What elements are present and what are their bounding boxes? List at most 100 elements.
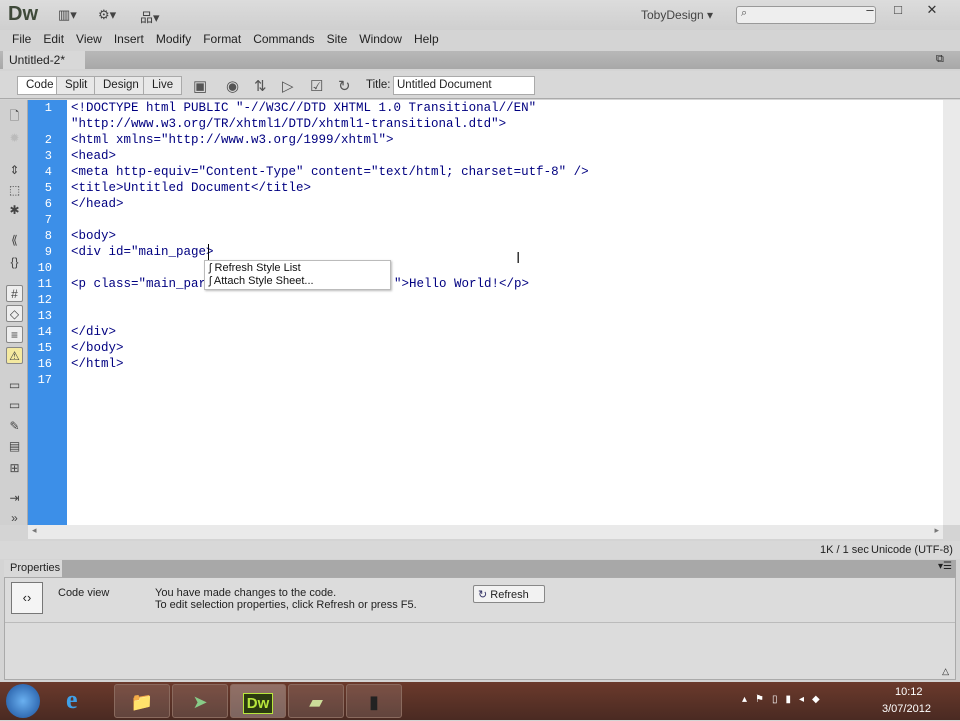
move-css-icon[interactable]: ⊞ [6, 460, 23, 477]
expand-all-icon[interactable]: ✱ [6, 202, 23, 219]
file-management-icon[interactable]: ⇅ [254, 77, 267, 95]
recent-snippets-icon[interactable]: ▤ [6, 438, 23, 455]
menu-help[interactable]: Help [408, 30, 445, 50]
menu-format[interactable]: Format [197, 30, 247, 50]
design-view-button[interactable]: Design [94, 76, 148, 95]
code-line-continuation[interactable]: ">Hello World!</p> [394, 277, 529, 291]
code-line[interactable]: <title>Untitled Document</title> [71, 181, 311, 195]
code-line[interactable]: <div id="main_page> [71, 245, 214, 259]
dreamweaver-icon: Dw [242, 693, 274, 714]
indent-code-icon[interactable]: ⇥ [6, 490, 23, 507]
taskbar: e 📁 ➤ Dw ▰ ▮ ▴⚑▯▮◂◆ 10:12 3/07/2012 [0, 682, 960, 720]
code-line[interactable]: </head> [71, 197, 124, 211]
title-input[interactable]: Untitled Document [393, 76, 535, 95]
balance-braces-icon[interactable]: {} [6, 254, 23, 271]
menu-window[interactable]: Window [353, 30, 408, 50]
code-line[interactable]: </html> [71, 357, 124, 371]
dreamweaver-task[interactable]: Dw [230, 684, 286, 718]
line-number: 3 [44, 149, 52, 163]
maximize-button[interactable]: □ [884, 2, 912, 20]
code-line[interactable]: </body> [71, 341, 124, 355]
open-documents-icon[interactable]: 🗋 [6, 108, 23, 125]
preview-browser-icon[interactable]: ◉ [226, 77, 239, 95]
chevron-down-icon: ▾ [707, 8, 714, 22]
send-app-icon[interactable]: ➤ [172, 684, 228, 718]
menu-view[interactable]: View [70, 30, 108, 50]
expand-icon[interactable]: △ [942, 666, 949, 677]
line-numbers-icon[interactable]: # [6, 285, 23, 302]
menu-bar: File Edit View Insert Modify Format Commands Si… [0, 30, 960, 50]
word-wrap-icon[interactable]: ≡ [6, 326, 23, 343]
code-line[interactable]: <html xmlns="http://www.w3.org/1999/xhtm… [71, 133, 394, 147]
more-icon[interactable]: » [6, 510, 23, 527]
menu-file[interactable]: File [6, 30, 37, 50]
workspace-label: TobyDesign [641, 8, 704, 22]
document-tab-label: Untitled-2* [9, 53, 66, 67]
close-button[interactable]: ✕ [918, 2, 946, 20]
status-bar: 1K / 1 sec Unicode (UTF-8) [0, 541, 960, 559]
item-label: Attach Style Sheet... [213, 275, 314, 287]
tray-icons[interactable]: ▴⚑▯▮◂◆ [742, 694, 828, 705]
document-tab[interactable]: Untitled-2* × [3, 51, 85, 81]
code-view-icon: ‹› [11, 582, 43, 614]
collapse-selection-icon[interactable]: ⬚ [6, 182, 23, 199]
internet-explorer-icon[interactable]: e [66, 685, 78, 715]
split-view-button[interactable]: Split [56, 76, 97, 95]
highlight-invalid-code-icon[interactable]: ◇ [6, 305, 23, 322]
style-icon: ʃ [209, 262, 212, 274]
show-code-navigator-icon[interactable]: ✹ [6, 130, 23, 147]
code-editor[interactable] [67, 100, 943, 525]
debug-icon[interactable]: ▷ [282, 77, 294, 95]
autocomplete-item-refresh-style-list[interactable]: ʃ Refresh Style List [209, 262, 301, 274]
site-icon[interactable]: 品▾ [140, 7, 160, 26]
encoding[interactable]: Unicode (UTF-8) [871, 544, 953, 556]
minimize-button[interactable]: ‒ [856, 2, 884, 20]
horizontal-scrollbar[interactable]: ◂ ▸ [28, 525, 943, 539]
search-input[interactable]: ⌕ [736, 6, 876, 24]
visual-aids-icon[interactable]: ☑ [310, 77, 323, 95]
autocomplete-item-attach-style-sheet[interactable]: ʃ Attach Style Sheet... [209, 275, 314, 287]
collapse-tag-icon[interactable]: ⇕ [6, 162, 23, 179]
live-view-button[interactable]: Live [143, 76, 183, 95]
multiscreen-icon[interactable]: ▣ [193, 77, 207, 95]
code-line[interactable]: <body> [71, 229, 116, 243]
menu-insert[interactable]: Insert [108, 30, 150, 50]
refresh-button[interactable]: ↻ Refresh [473, 585, 545, 603]
line-number: 2 [44, 133, 52, 147]
properties-tab[interactable]: Properties [4, 560, 62, 577]
line-number: 7 [44, 213, 52, 227]
code-line[interactable]: </div> [71, 325, 116, 339]
clock-time[interactable]: 10:12 [895, 686, 923, 698]
menu-commands[interactable]: Commands [247, 30, 320, 50]
workspace-switcher[interactable]: TobyDesign ▾ [641, 8, 713, 22]
notes-app-icon[interactable]: ▰ [288, 684, 344, 718]
title-bar: Dw ▥▾ ⚙▾ 品▾ TobyDesign ▾ ⌕ ‒ □ ✕ [0, 0, 960, 30]
apply-comment-icon[interactable]: ▭ [6, 377, 23, 394]
panel-menu-icon[interactable]: ▾☰ [938, 561, 952, 572]
refresh-icon[interactable]: ↻ [338, 77, 351, 95]
line-number: 5 [44, 181, 52, 195]
line-number: 4 [44, 165, 52, 179]
code-line[interactable]: <p class="main_par [71, 277, 206, 291]
menu-site[interactable]: Site [321, 30, 354, 50]
file-explorer-icon[interactable]: 📁 [114, 684, 170, 718]
syntax-error-alerts-icon[interactable]: ⚠ [6, 347, 23, 364]
menu-modify[interactable]: Modify [150, 30, 197, 50]
line-number: 8 [44, 229, 52, 243]
restore-icon[interactable]: ⧉ [936, 53, 944, 66]
code-line[interactable]: <head> [71, 149, 116, 163]
code-line[interactable]: "http://www.w3.org/TR/xhtml1/DTD/xhtml1-… [71, 117, 506, 131]
select-parent-tag-icon[interactable]: ⟪ [6, 232, 23, 249]
start-button[interactable] [6, 684, 40, 718]
camera-app-icon[interactable]: ▮ [346, 684, 402, 718]
item-label: Refresh Style List [214, 262, 301, 274]
vertical-scrollbar[interactable] [943, 100, 960, 525]
menu-edit[interactable]: Edit [37, 30, 70, 50]
code-line[interactable]: <!DOCTYPE html PUBLIC "-//W3C//DTD XHTML… [71, 101, 536, 115]
layout-icon[interactable]: ▥▾ [58, 7, 77, 23]
code-line[interactable]: <meta http-equiv="Content-Type" content=… [71, 165, 589, 179]
wrap-tag-icon[interactable]: ✎ [6, 418, 23, 435]
remove-comment-icon[interactable]: ▭ [6, 397, 23, 414]
gear-icon[interactable]: ⚙▾ [98, 7, 116, 23]
clock-date[interactable]: 3/07/2012 [882, 703, 931, 715]
